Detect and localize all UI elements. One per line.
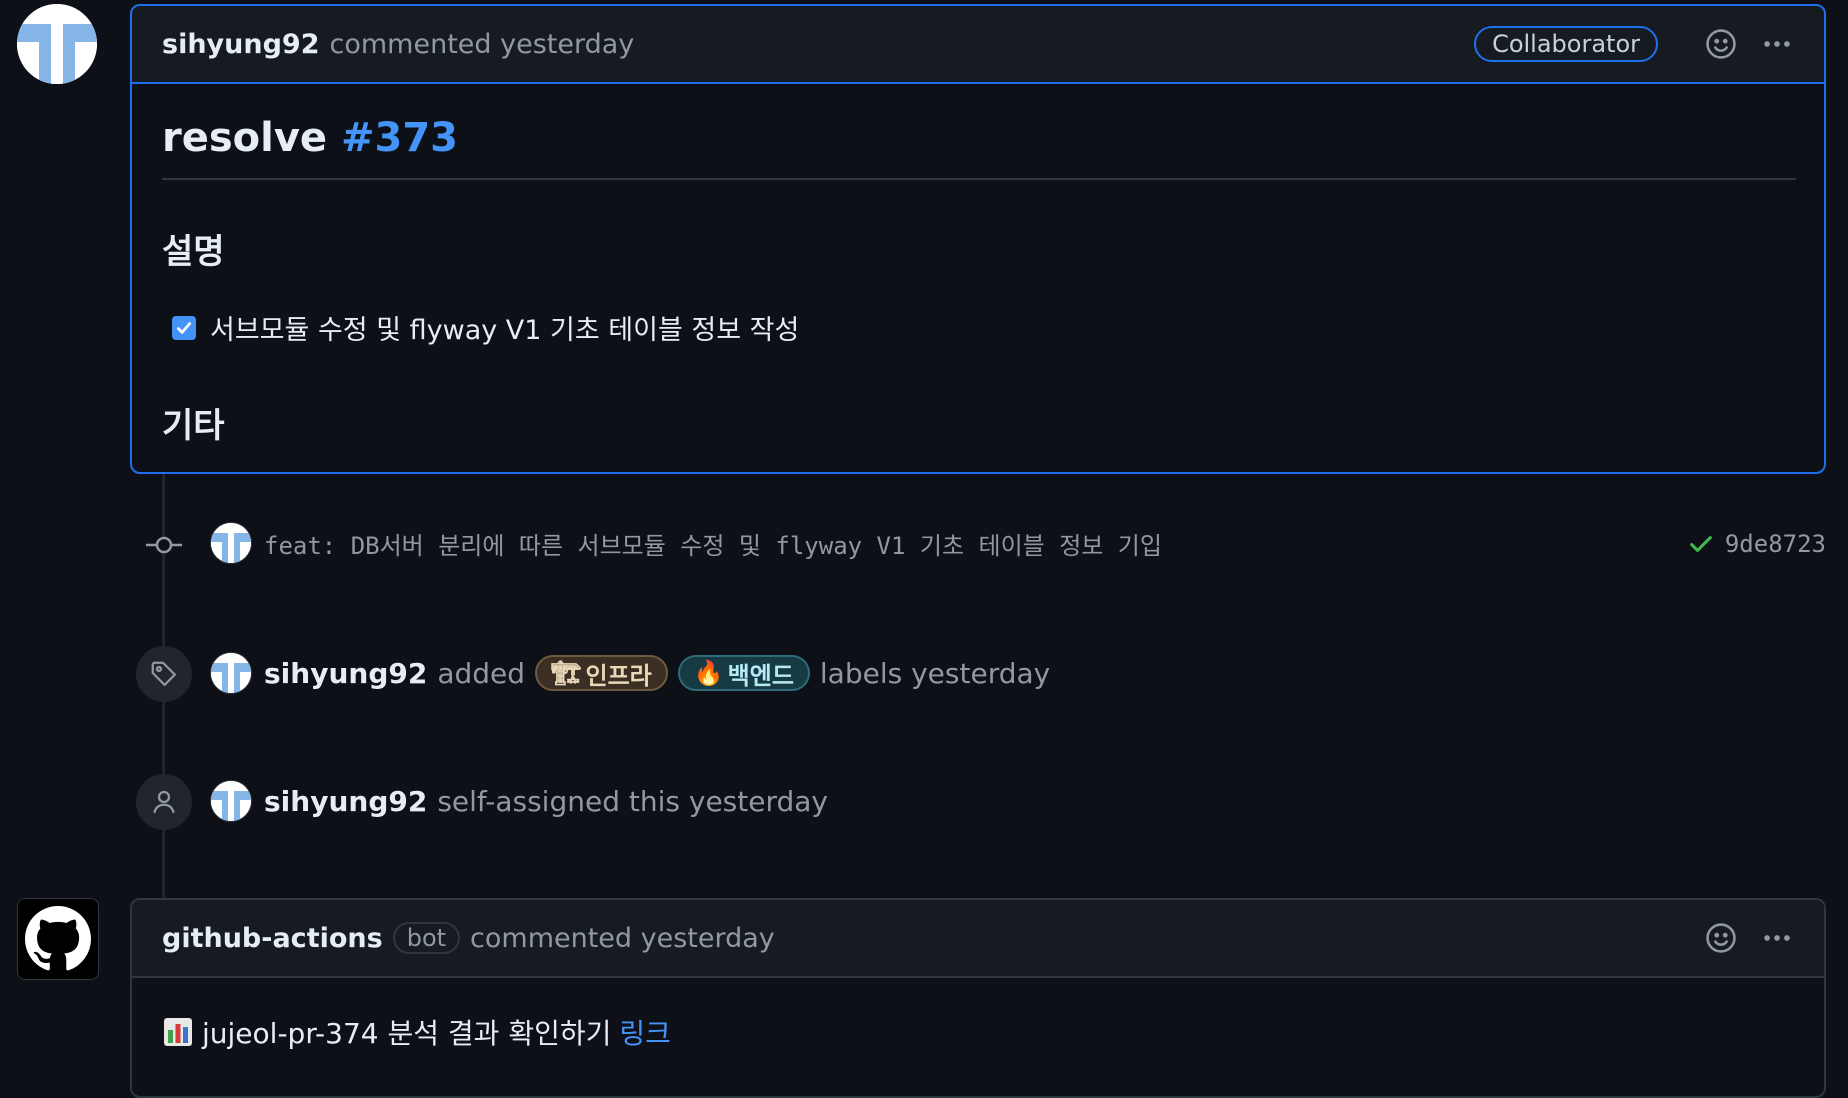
github-mark-icon: [25, 906, 91, 971]
smiley-icon[interactable]: [1704, 921, 1738, 955]
comment-header: sihyung92 commented yesterday Collaborat…: [132, 6, 1824, 84]
bot-badge: bot: [392, 922, 461, 954]
check-icon[interactable]: [1687, 530, 1715, 558]
heading-divider: [162, 178, 1796, 180]
bar-chart-icon: [164, 1018, 192, 1046]
assign-event-icon: [136, 774, 192, 830]
section-other-heading: 기타: [162, 406, 225, 446]
label-text: 백엔드: [727, 661, 794, 690]
comment-author[interactable]: github-actions: [162, 923, 383, 954]
comment-header: github-actions bot commented yesterday: [132, 900, 1824, 978]
bot-body-text: jujeol-pr-374 분석 결과 확인하기: [202, 1017, 612, 1050]
commit-sha-group: 9de8723: [1687, 530, 1826, 558]
collaborator-badge: Collaborator: [1474, 26, 1658, 62]
label-infra[interactable]: 🏗 인프라: [535, 655, 668, 691]
person-icon: [153, 790, 175, 814]
tag-icon: [151, 661, 176, 686]
bot-comment-body: jujeol-pr-374 분석 결과 확인하기 링크: [162, 1012, 671, 1052]
event-verb: added: [437, 656, 526, 690]
author-avatar[interactable]: [17, 4, 97, 84]
label-event: sihyung92 added 🏗 인프라 🔥 백엔드 labels yeste…: [210, 652, 1050, 694]
comment-timestamp[interactable]: commented yesterday: [330, 29, 635, 60]
commit-sha[interactable]: 9de8723: [1725, 530, 1826, 558]
bot-comment-card: github-actions bot commented yesterday: [130, 898, 1826, 1098]
label-event-icon: [136, 646, 192, 702]
issue-link[interactable]: #373: [341, 115, 458, 161]
event-text: self-assigned this yesterday: [437, 784, 828, 818]
task-text: 서브모듈 수정 및 flyway V1 기초 테이블 정보 작성: [210, 315, 800, 346]
commit-message[interactable]: feat: DB서버 분리에 따른 서브모듈 수정 및 flyway V1 기초…: [264, 526, 1162, 561]
commit-row: feat: DB서버 분리에 따른 서브모듈 수정 및 flyway V1 기초…: [210, 522, 1162, 564]
task-list-item: 서브모듈 수정 및 flyway V1 기초 테이블 정보 작성: [172, 308, 799, 347]
bot-avatar[interactable]: [17, 898, 99, 980]
kebab-horizontal-icon[interactable]: [1760, 27, 1794, 61]
label-emoji: 🏗: [551, 659, 582, 687]
identicon-avatar-icon: [17, 4, 97, 84]
identicon-avatar-icon: [211, 653, 251, 693]
identicon-avatar-icon: [211, 523, 251, 563]
task-checkbox[interactable]: [172, 315, 196, 340]
title-prefix: resolve: [162, 115, 328, 161]
kebab-horizontal-icon[interactable]: [1760, 921, 1794, 955]
git-commit-icon: [144, 530, 184, 560]
section-description-heading: 설명: [162, 232, 225, 272]
event-suffix: labels yesterday: [819, 656, 1051, 690]
label-text: 인프라: [585, 661, 652, 690]
actor-avatar[interactable]: [210, 652, 252, 694]
event-actor[interactable]: sihyung92: [264, 785, 427, 818]
identicon-avatar-icon: [211, 781, 251, 821]
check-icon: [177, 321, 191, 334]
label-emoji: 🔥: [693, 659, 724, 687]
label-backend[interactable]: 🔥 백엔드: [677, 655, 810, 691]
actor-avatar[interactable]: [210, 780, 252, 822]
commit-author-avatar[interactable]: [210, 522, 252, 564]
assign-event: sihyung92 self-assigned this yesterday: [210, 780, 828, 822]
event-actor[interactable]: sihyung92: [264, 657, 427, 690]
comment-author[interactable]: sihyung92: [162, 29, 320, 60]
comment-card: sihyung92 commented yesterday Collaborat…: [130, 4, 1826, 474]
pr-title: resolve #373: [162, 115, 458, 161]
comment-timestamp[interactable]: commented yesterday: [470, 923, 775, 954]
analysis-link[interactable]: 링크: [619, 1012, 671, 1052]
smiley-icon[interactable]: [1704, 27, 1738, 61]
